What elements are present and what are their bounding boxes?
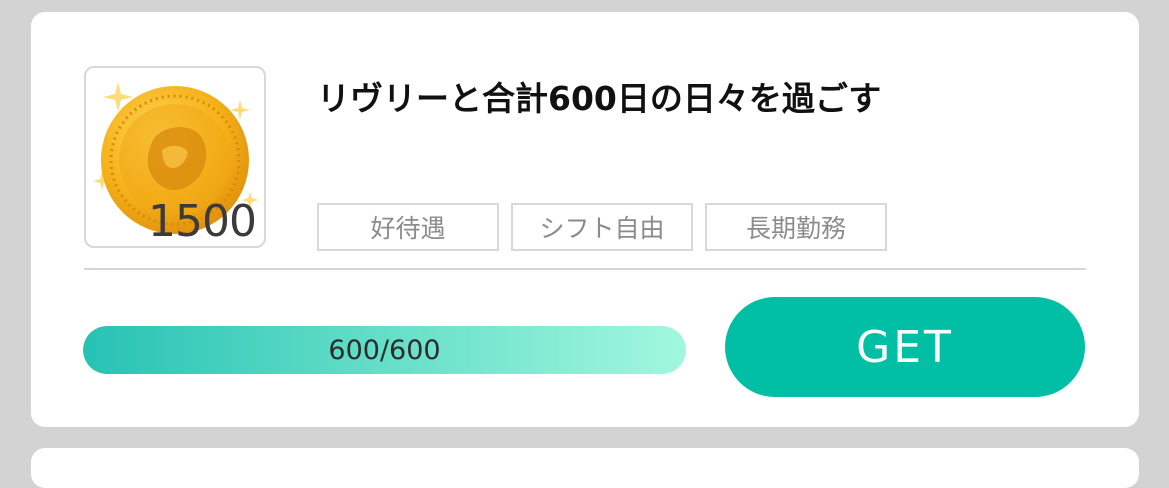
get-button[interactable]: GET <box>725 297 1085 397</box>
tag-item: 好待遇 <box>317 203 499 251</box>
tag-list: 好待遇 シフト自由 長期勤務 <box>317 203 887 251</box>
reward-amount: 1500 <box>148 196 257 247</box>
progress-label: 600/600 <box>328 334 441 366</box>
tag-item: 長期勤務 <box>705 203 887 251</box>
mission-card: 1500 リヴリーと合計600日の日々を過ごす 好待遇 シフト自由 長期勤務 6… <box>31 12 1139 427</box>
tag-item: シフト自由 <box>511 203 693 251</box>
reward-box: 1500 <box>84 66 266 248</box>
mission-title: リヴリーと合計600日の日々を過ごす <box>317 79 882 118</box>
divider <box>84 268 1086 270</box>
next-mission-card <box>31 448 1139 488</box>
progress-bar: 600/600 <box>83 326 686 374</box>
